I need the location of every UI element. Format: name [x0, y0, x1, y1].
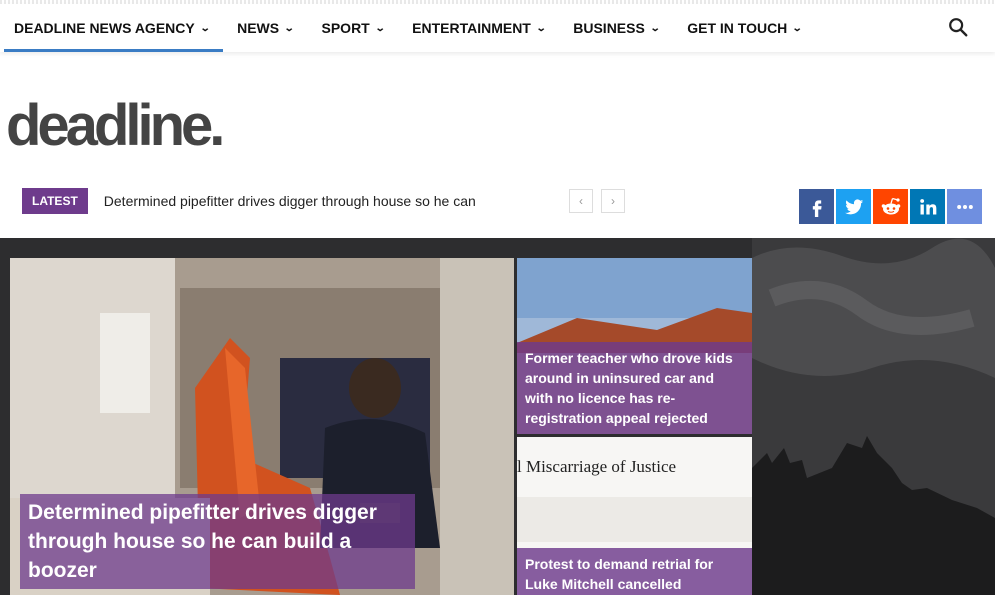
chevron-down-icon: ⌄ — [199, 22, 211, 34]
nav-item-entertainment[interactable]: ENTERTAINMENT ⌄ — [398, 4, 559, 52]
poster-text: l Miscarriage of Justice — [517, 457, 677, 476]
share-facebook-button[interactable] — [799, 189, 834, 224]
chevron-down-icon: ⌄ — [649, 22, 661, 34]
nav-item-news[interactable]: NEWS ⌄ — [223, 4, 307, 52]
search-icon[interactable] — [947, 16, 969, 38]
nav-label: ENTERTAINMENT — [412, 20, 531, 36]
featured-hero: Determined pipefitter drives digger thro… — [0, 238, 995, 595]
featured-article-side-2[interactable]: l Miscarriage of Justice Protest to dema… — [517, 437, 752, 595]
twitter-icon — [844, 198, 863, 214]
featured-side-2-title: Protest to demand retrial for Luke Mitch… — [517, 548, 752, 595]
castle-background-image — [752, 238, 995, 595]
ticker-next-button[interactable]: › — [601, 189, 625, 213]
nav-item-sport[interactable]: SPORT ⌄ — [308, 4, 399, 52]
share-twitter-button[interactable] — [836, 189, 871, 224]
nav-item-business[interactable]: BUSINESS ⌄ — [559, 4, 673, 52]
chevron-down-icon: ⌄ — [374, 22, 386, 34]
linkedin-icon — [919, 198, 936, 214]
featured-main-title: Determined pipefitter drives digger thro… — [20, 494, 415, 589]
nav-label: BUSINESS — [573, 20, 645, 36]
nav-label: SPORT — [321, 20, 370, 36]
chevron-down-icon: ⌄ — [792, 22, 803, 34]
nav-label: GET IN TOUCH — [687, 20, 788, 36]
featured-article-side-1[interactable]: Former teacher who drove kids around in … — [517, 258, 752, 434]
share-linkedin-button[interactable] — [910, 189, 945, 224]
share-reddit-button[interactable] — [873, 189, 908, 224]
chevron-down-icon: ⌄ — [535, 22, 547, 34]
latest-badge: LATEST — [22, 188, 88, 214]
site-logo[interactable]: deadline. — [6, 92, 225, 159]
share-more-button[interactable] — [947, 189, 982, 224]
ticker-prev-button[interactable]: ‹ — [569, 189, 593, 213]
featured-side-1-title: Former teacher who drove kids around in … — [517, 342, 752, 434]
chevron-left-icon: ‹ — [579, 194, 583, 208]
nav-label: NEWS — [237, 20, 280, 36]
more-icon — [956, 204, 973, 209]
reddit-icon — [881, 197, 900, 214]
facebook-icon — [812, 199, 822, 217]
nav-item-deadline-news-agency[interactable]: DEADLINE NEWS AGENCY ⌄ — [0, 4, 224, 52]
nav-item-get-in-touch[interactable]: GET IN TOUCH ⌄ — [673, 4, 815, 52]
featured-article-main[interactable]: Determined pipefitter drives digger thro… — [10, 258, 514, 595]
nav-label: DEADLINE NEWS AGENCY — [14, 20, 195, 36]
main-nav: DEADLINE NEWS AGENCY ⌄ NEWS ⌄ SPORT ⌄ ENTER… — [0, 4, 995, 52]
chevron-down-icon: ⌄ — [283, 22, 295, 34]
chevron-right-icon: › — [611, 194, 615, 208]
latest-ticker: LATEST Determined pipefitter drives digg… — [22, 188, 558, 214]
ticker-headline[interactable]: Determined pipefitter drives digger thro… — [104, 193, 558, 209]
